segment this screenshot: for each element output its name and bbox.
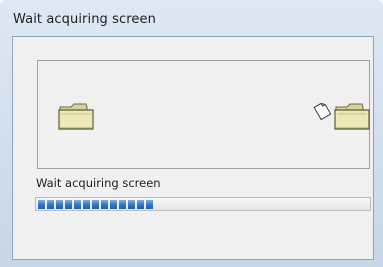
progress-segment	[47, 200, 54, 209]
progress-segment	[137, 200, 144, 209]
dialog-window: Wait acquiring screen Wait acquiring scr…	[0, 0, 383, 267]
progress-segment	[65, 200, 72, 209]
window-title: Wait acquiring screen	[13, 12, 156, 27]
folder-icon	[58, 103, 94, 130]
document-icon	[313, 102, 331, 120]
dialog-client-area: Wait acquiring screen	[12, 36, 374, 260]
folder-icon	[334, 103, 370, 130]
progress-segment	[38, 200, 45, 209]
progress-segment	[119, 200, 126, 209]
progress-segment	[101, 200, 108, 209]
progress-segment	[128, 200, 135, 209]
progress-fill	[38, 200, 368, 209]
progress-segment	[56, 200, 63, 209]
progress-segment	[92, 200, 99, 209]
status-label: Wait acquiring screen	[36, 176, 161, 190]
progress-bar	[35, 197, 371, 211]
transfer-animation-panel	[37, 60, 370, 169]
progress-segment	[83, 200, 90, 209]
progress-segment	[146, 200, 153, 209]
progress-segment	[110, 200, 117, 209]
title-bar[interactable]: Wait acquiring screen	[0, 0, 383, 36]
progress-segment	[74, 200, 81, 209]
